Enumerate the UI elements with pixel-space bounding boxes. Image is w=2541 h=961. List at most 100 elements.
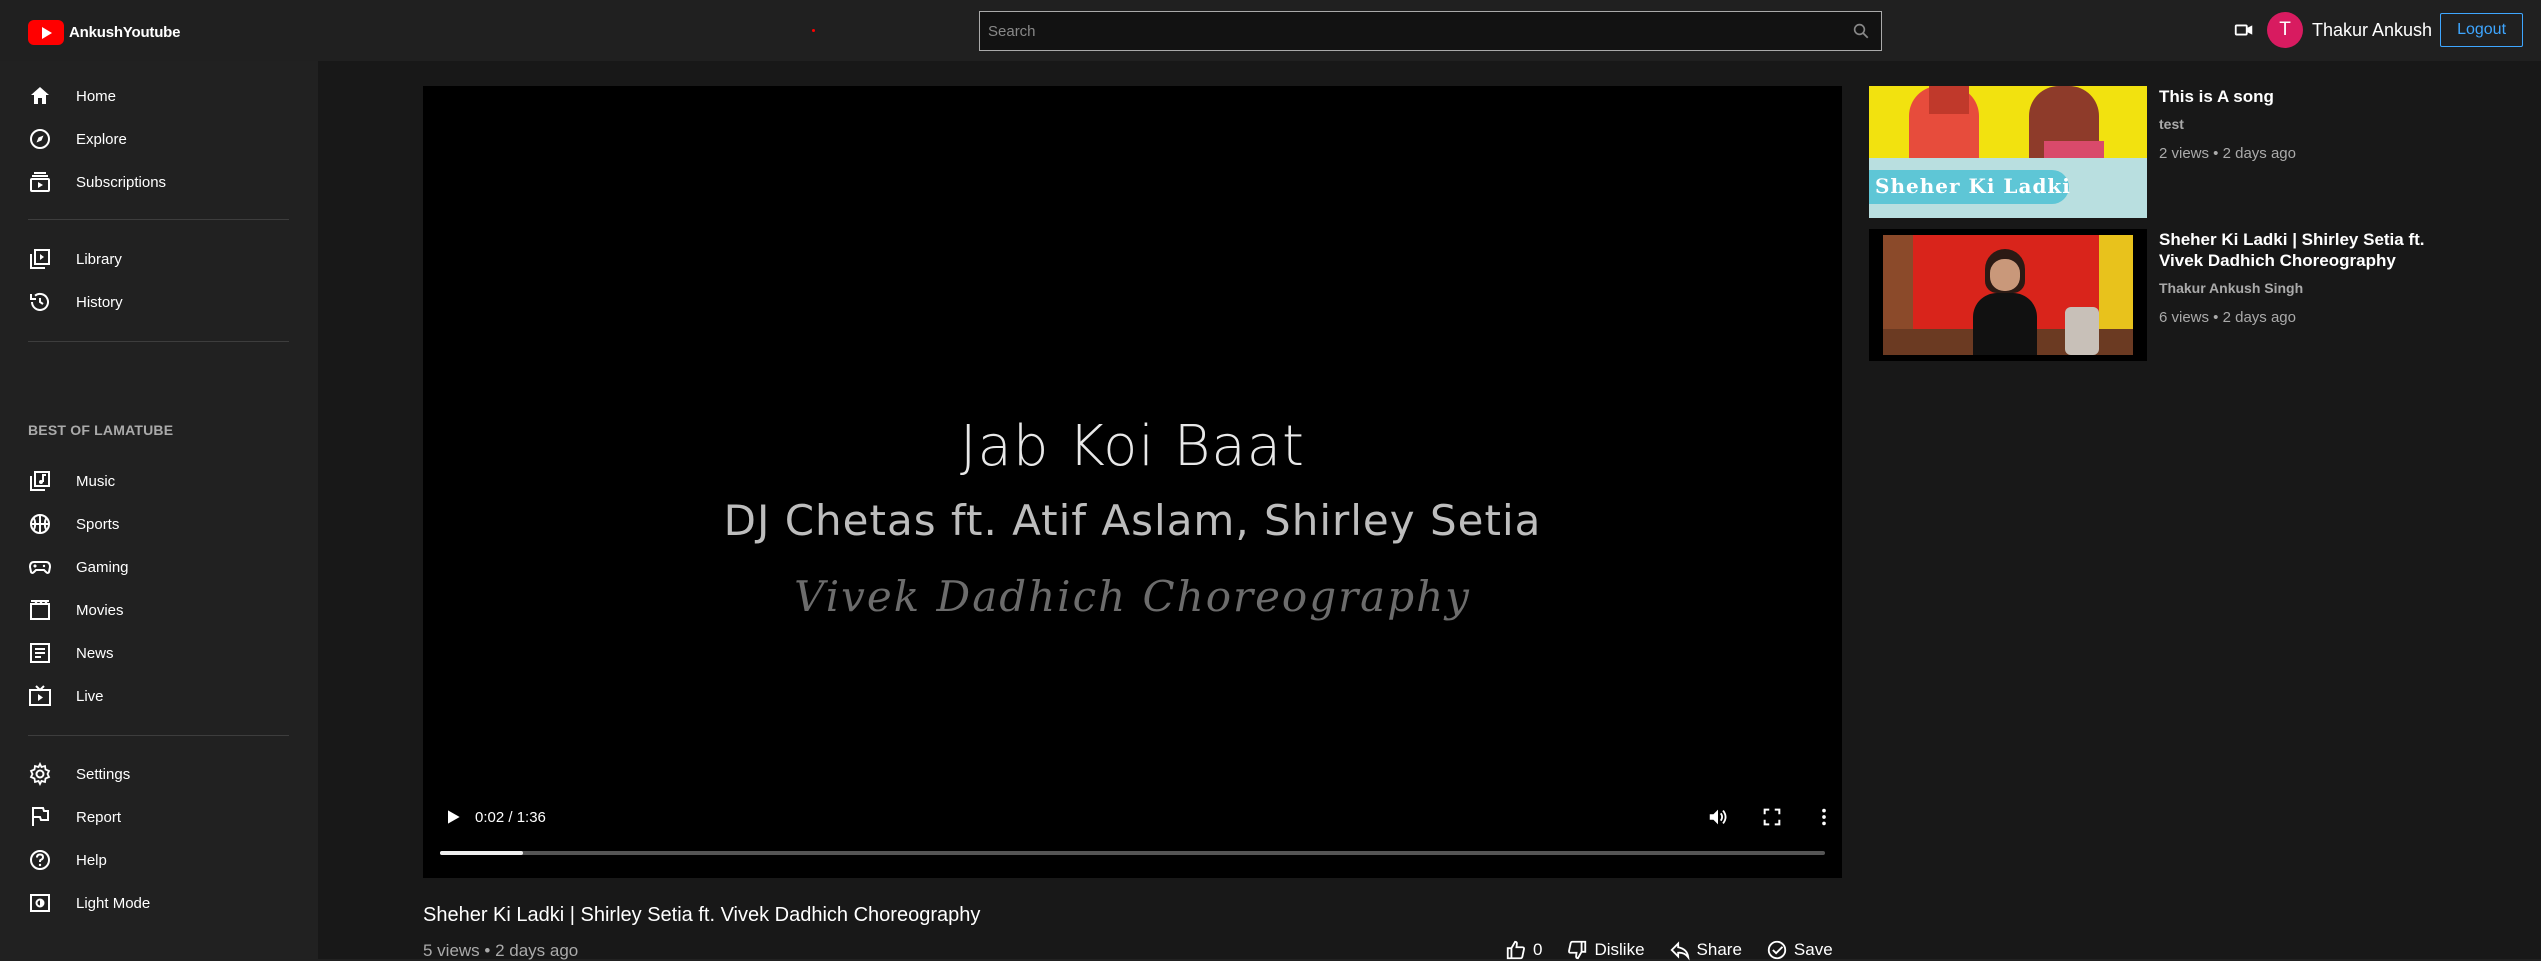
sidebar-item-label: Subscriptions (76, 173, 167, 191)
sidebar-item-help[interactable]: Help (28, 840, 288, 880)
related-video-meta: 2 views • 2 days ago (2159, 145, 2296, 162)
sidebar-divider (28, 735, 289, 736)
related-video-meta: 6 views • 2 days ago (2159, 309, 2296, 326)
help-icon (30, 850, 50, 870)
video-actions: 0 Dislike Share Save (1505, 939, 1857, 961)
share-label: Share (1696, 940, 1742, 959)
sidebar-item-label: History (76, 293, 123, 311)
sidebar-item-report[interactable]: Report (28, 797, 288, 837)
video-camera-icon[interactable] (2233, 19, 2255, 41)
video-overlay-artists: DJ Chetas ft. Atif Aslam, Shirley Setia (723, 496, 1542, 545)
video-meta: 5 views • 2 days ago (423, 941, 579, 960)
dislike-label: Dislike (1594, 940, 1645, 959)
share-button[interactable]: Share (1669, 939, 1742, 961)
fullscreen-icon[interactable] (1761, 806, 1783, 828)
thumbnail-figure (1929, 86, 1969, 114)
decorative-dot (812, 29, 815, 32)
search-button[interactable] (1841, 12, 1881, 50)
sidebar-item-label: Sports (76, 515, 120, 533)
sidebar-divider (28, 341, 289, 342)
progress-fill (440, 851, 524, 855)
play-icon[interactable] (443, 807, 463, 827)
sidebar-item-history[interactable]: History (28, 282, 288, 322)
search-bar (979, 11, 1882, 51)
save-label: Save (1793, 940, 1833, 959)
sidebar-item-light-mode[interactable]: Light Mode (28, 883, 288, 923)
thumbnail-figure (1990, 259, 2020, 291)
history-icon (30, 292, 49, 311)
video-player[interactable]: Jab Koi Baat DJ Chetas ft. Atif Aslam, S… (423, 86, 1842, 878)
video-thumbnail[interactable]: Sheher Ki Ladki (1869, 86, 2147, 218)
sidebar-item-library[interactable]: Library (28, 239, 288, 279)
related-video-title[interactable]: Sheher Ki Ladki | Shirley Setia ft. Vive… (2159, 229, 2439, 271)
sidebar-item-label: Report (76, 808, 122, 826)
sidebar-item-label: Settings (76, 765, 131, 783)
related-video-title[interactable]: This is A song (2159, 86, 2439, 107)
gaming-icon (28, 561, 52, 574)
volume-icon[interactable] (1707, 806, 1729, 828)
sidebar-item-label: Light Mode (76, 894, 151, 912)
sidebar-item-subscriptions[interactable]: Subscriptions (28, 162, 288, 202)
related-video-info: This is A song test 2 views • 2 days ago (2159, 86, 2439, 218)
sidebar-item-label: Library (76, 250, 122, 268)
related-video-item[interactable]: Sheher Ki Ladki This is A song test 2 vi… (1869, 86, 2439, 218)
home-icon (31, 87, 49, 104)
live-icon (29, 685, 51, 706)
logout-button[interactable]: Logout (2440, 13, 2524, 47)
thumbnail-caption: Sheher Ki Ladki (1875, 174, 2071, 198)
sidebar-item-label: Explore (76, 130, 127, 148)
sidebar-item-label: Home (76, 87, 117, 105)
related-video-channel[interactable]: test (2159, 116, 2439, 132)
flag-icon (32, 807, 49, 826)
thumbs-down-icon (1568, 940, 1587, 960)
sidebar-item-label: Movies (76, 601, 124, 619)
sidebar-item-live[interactable]: Live (28, 676, 288, 716)
sidebar-item-news[interactable]: News (28, 633, 288, 673)
dislike-button[interactable]: Dislike (1566, 939, 1645, 961)
like-button[interactable]: 0 (1505, 939, 1542, 961)
sidebar-item-movies[interactable]: Movies (28, 590, 288, 630)
search-icon (1853, 23, 1869, 39)
time-display: 0:02 / 1:36 (475, 809, 546, 826)
sidebar-divider (28, 219, 289, 220)
sidebar-item-music[interactable]: Music (28, 461, 288, 501)
sidebar-item-home[interactable]: Home (28, 76, 288, 116)
music-icon (30, 471, 50, 491)
more-options-icon[interactable] (1813, 806, 1835, 828)
username: Thakur Ankush (2312, 19, 2433, 40)
search-input[interactable] (980, 12, 1841, 50)
thumbnail-figure (1973, 293, 2037, 355)
video-overlay-credit: Vivek Dadhich Choreography (794, 572, 1471, 621)
library-icon (30, 249, 50, 269)
sidebar-item-explore[interactable]: Explore (28, 119, 288, 159)
related-video-info: Sheher Ki Ladki | Shirley Setia ft. Vive… (2159, 229, 2439, 361)
sidebar-item-sports[interactable]: Sports (28, 504, 288, 544)
sidebar-item-label: Help (76, 851, 107, 869)
news-icon (30, 643, 50, 663)
compass-icon (30, 129, 50, 149)
video-thumbnail[interactable] (1869, 229, 2147, 361)
sidebar-item-label: News (76, 644, 114, 662)
subscriptions-icon (30, 172, 50, 192)
related-video-item[interactable]: Sheher Ki Ladki | Shirley Setia ft. Vive… (1869, 229, 2439, 361)
video-title: Sheher Ki Ladki | Shirley Setia ft. Vive… (423, 904, 981, 926)
like-count: 0 (1533, 940, 1543, 959)
sidebar-item-gaming[interactable]: Gaming (28, 547, 288, 587)
gear-icon (29, 762, 51, 786)
sidebar-item-settings[interactable]: Settings (28, 754, 288, 794)
save-button[interactable]: Save (1766, 939, 1833, 961)
video-overlay-title: Jab Koi Baat (960, 414, 1305, 479)
player-controls: 0:02 / 1:36 (423, 796, 1842, 856)
section-title: BEST OF LAMATUBE (28, 422, 174, 438)
sidebar: Home Explore Subscriptions Library Histo… (0, 61, 318, 959)
related-video-channel[interactable]: Thakur Ankush Singh (2159, 280, 2439, 296)
thumbnail-figure (2065, 307, 2099, 355)
progress-bar[interactable] (440, 851, 1825, 855)
sidebar-item-label: Live (76, 687, 104, 705)
app-name: AnkushYoutube (69, 24, 181, 41)
sidebar-item-label: Gaming (76, 558, 129, 576)
avatar[interactable]: T (2267, 12, 2303, 48)
save-check-icon (1767, 940, 1787, 960)
movies-icon (30, 600, 50, 620)
app-logo[interactable]: AnkushYoutube (28, 20, 180, 45)
